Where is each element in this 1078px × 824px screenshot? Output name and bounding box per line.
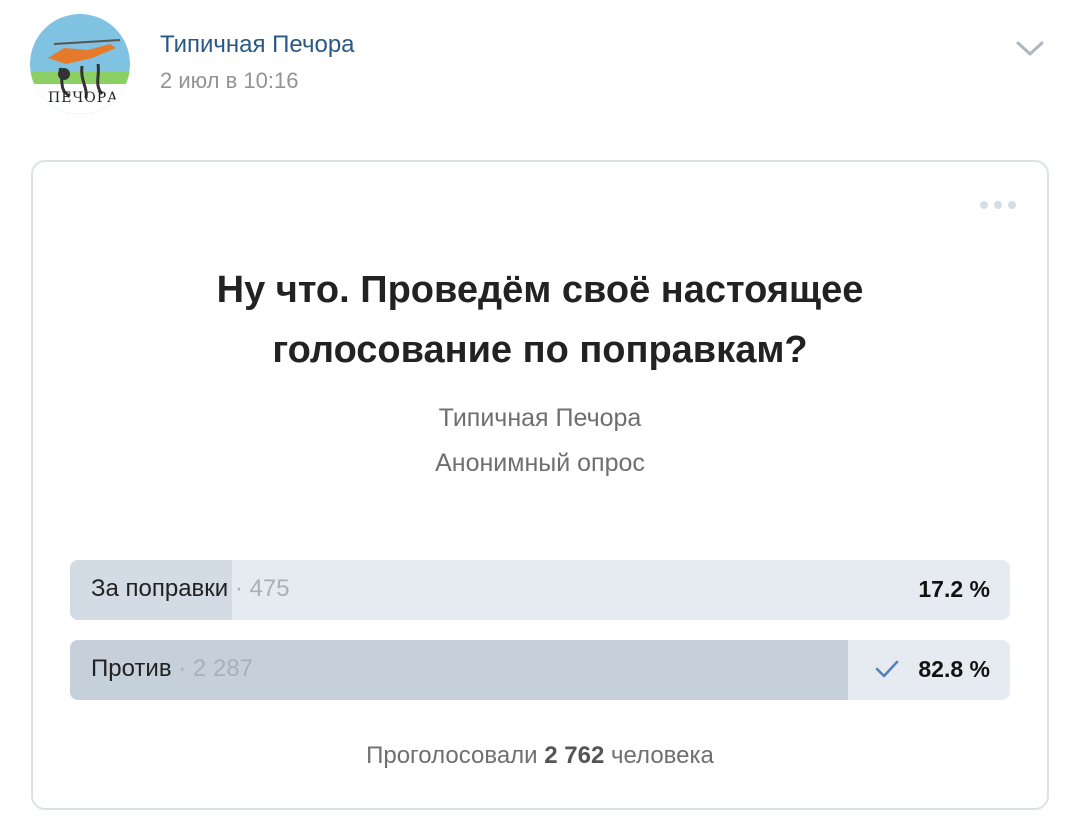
poll-answer-percent: 82.8 % bbox=[918, 656, 990, 682]
poll-footer-total: 2 762 bbox=[544, 742, 605, 769]
poll-question-line-2: голосование по поправкам? bbox=[272, 329, 808, 371]
poll-footer-prefix: Проголосовали bbox=[366, 742, 538, 769]
post-header: ПЕЧОРА Типичная Печора 2 июл в 10:16 bbox=[0, 0, 1078, 140]
poll-answer-label: Против bbox=[91, 655, 172, 682]
poll-answer-separator: · bbox=[178, 655, 187, 682]
poll-answer-percent: 17.2 % bbox=[918, 576, 990, 602]
checkmark-icon bbox=[875, 660, 899, 678]
poll-type-label: Анонимный опрос bbox=[435, 449, 645, 477]
poll-answer-option[interactable]: Против · 2 287 82.8 % bbox=[70, 640, 1010, 700]
post-author-name[interactable]: Типичная Печора bbox=[160, 31, 355, 59]
poll-answer-text: Против · 2 287 bbox=[91, 655, 253, 683]
poll-answer-separator: · bbox=[234, 575, 243, 602]
avatar-caption: ПЕЧОРА bbox=[48, 90, 119, 106]
poll-owner-link[interactable]: Типичная Печора bbox=[33, 404, 1047, 433]
community-avatar[interactable]: ПЕЧОРА bbox=[30, 14, 130, 114]
poll-card: Ну что. Проведём своё настоящее голосова… bbox=[31, 160, 1049, 810]
poll-question: Ну что. Проведём своё настоящее голосова… bbox=[33, 260, 1047, 380]
poll-answer-text: За поправки · 475 bbox=[91, 575, 290, 603]
more-dots-icon[interactable] bbox=[976, 194, 1020, 216]
poll-answer-option[interactable]: За поправки · 475 17.2 % bbox=[70, 560, 1010, 620]
post-date[interactable]: 2 июл в 10:16 bbox=[160, 68, 298, 94]
poll-question-line-1: Ну что. Проведём своё настоящее bbox=[216, 269, 864, 311]
poll-answer-count: 475 bbox=[249, 575, 290, 602]
poll-answer-count: 2 287 bbox=[192, 655, 253, 682]
poll-total-votes: Проголосовали 2 762 человека bbox=[33, 742, 1047, 770]
chevron-down-icon[interactable] bbox=[1012, 30, 1048, 66]
poll-answer-label: За поправки bbox=[91, 575, 229, 602]
poll-footer-suffix: человека bbox=[610, 742, 714, 769]
